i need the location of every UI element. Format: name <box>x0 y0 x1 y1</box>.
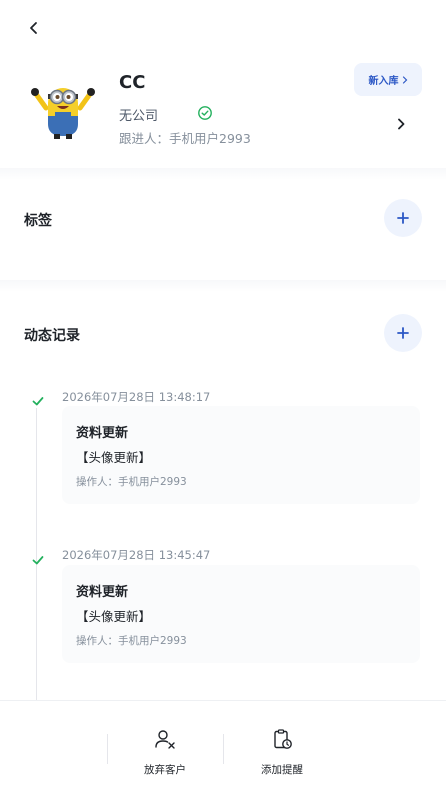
new-status-label: 新入库 <box>368 76 399 87</box>
check-icon <box>32 397 44 406</box>
customer-name: CC <box>119 72 146 93</box>
activity-time: 2026年07月28日 13:45:47 <box>62 548 211 562</box>
follower-info: 跟进人：手机用户2993 <box>119 128 251 147</box>
plus-icon <box>397 327 409 339</box>
clipboard-clock-icon <box>274 729 292 749</box>
add-tag-button[interactable] <box>384 199 422 237</box>
company-name: 无公司 <box>119 109 159 124</box>
avatar <box>31 88 95 139</box>
activity-time: 2026年07月28日 13:48:17 <box>62 390 211 404</box>
follower-name: 手机用户2993 <box>169 131 251 146</box>
abandon-customer-label: 放弃客户 <box>144 764 186 776</box>
user-remove-icon <box>155 730 175 749</box>
divider <box>107 734 108 764</box>
activity-title-text: 资料更新 <box>76 585 129 600</box>
activity-operator: 操作人：手机用户2993 <box>76 476 187 488</box>
activity-title-text: 资料更新 <box>76 426 129 441</box>
activity-card: 资料更新 【头像更新】 操作人：手机用户2993 <box>62 406 420 504</box>
activity-operator: 操作人：手机用户2993 <box>76 635 187 647</box>
check-circle-icon <box>198 106 212 120</box>
activity-card: 资料更新 【头像更新】 操作人：手机用户2993 <box>62 565 420 663</box>
add-activity-button[interactable] <box>384 314 422 352</box>
plus-icon <box>397 212 409 224</box>
section-separator <box>0 280 446 292</box>
check-icon <box>32 556 44 565</box>
add-reminder-button[interactable]: 添加提醒 <box>237 728 327 777</box>
activity-title: 动态记录 <box>24 328 80 344</box>
divider <box>223 734 224 764</box>
follower-label: 跟进人： <box>119 131 170 146</box>
add-reminder-label: 添加提醒 <box>261 764 303 776</box>
section-separator <box>0 168 446 180</box>
activity-body: 【头像更新】 <box>76 609 152 624</box>
chevron-right-icon <box>398 118 405 130</box>
back-button[interactable] <box>22 16 46 40</box>
new-status-button[interactable]: 新入库 <box>354 63 422 96</box>
activity-body: 【头像更新】 <box>76 450 152 465</box>
chevron-left-icon <box>30 22 37 34</box>
tags-title: 标签 <box>24 213 52 229</box>
abandon-customer-button[interactable]: 放弃客户 <box>120 728 210 777</box>
chevron-right-small-icon <box>402 75 407 84</box>
